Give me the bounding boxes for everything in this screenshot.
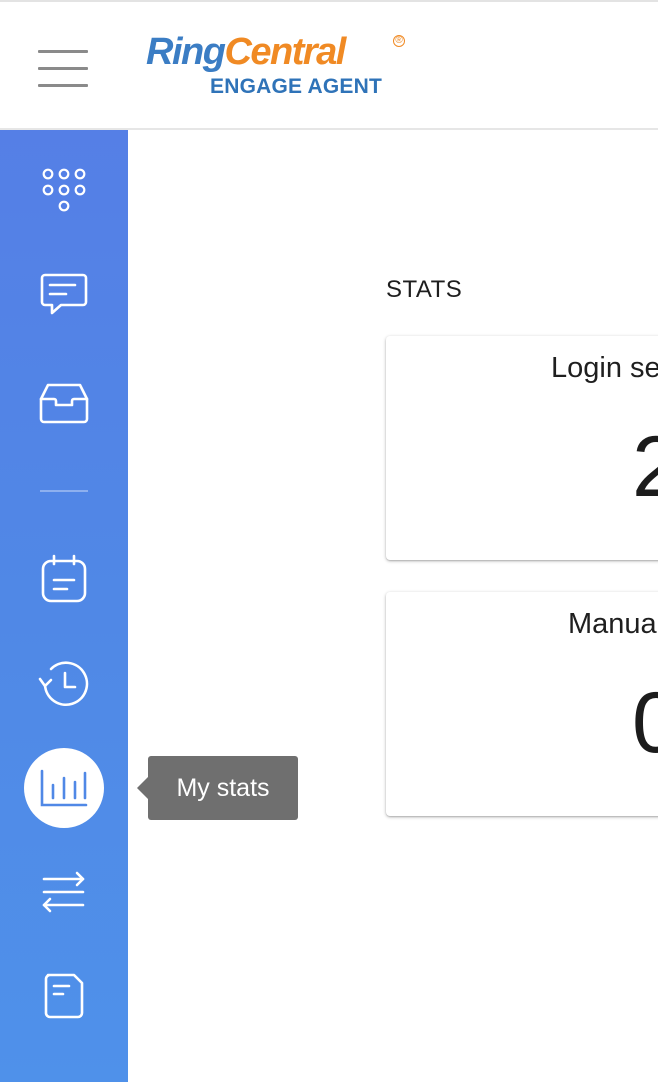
transfer-arrows-icon — [42, 871, 85, 913]
calendar-icon — [41, 554, 87, 603]
stat-card-login-sessions: Login se 2 — [386, 336, 658, 560]
sidebar-item-scheduled[interactable] — [24, 540, 104, 620]
sidebar-item-messages[interactable] — [24, 256, 104, 336]
stats-section-title: STATS — [386, 276, 463, 303]
logo-subtitle: ENGAGE AGENT — [210, 75, 382, 98]
sidebar-item-transfers[interactable] — [24, 852, 104, 932]
sidebar-divider — [40, 490, 88, 492]
stat-card-label: Manua — [568, 608, 657, 640]
logo-ring-text: Ring — [146, 31, 226, 73]
sidebar-item-dialpad[interactable] — [24, 153, 104, 233]
registered-mark: ® — [393, 35, 405, 47]
app-header: RingCentral ® ENGAGE AGENT — [0, 2, 658, 130]
tooltip-my-stats: My stats — [137, 756, 298, 820]
sidebar-item-notes[interactable] — [24, 956, 104, 1036]
logo-central-text: Central — [224, 31, 346, 73]
stat-card-value: 0 — [632, 675, 658, 771]
history-icon — [38, 661, 89, 706]
sidebar — [0, 130, 128, 1082]
stat-card-value: 2 — [632, 419, 658, 515]
logo-wordmark: RingCentral — [146, 30, 346, 74]
bar-chart-icon — [40, 769, 88, 807]
stat-card-manual: Manua 0 — [386, 592, 658, 816]
inbox-icon — [39, 383, 89, 424]
sidebar-item-history[interactable] — [24, 644, 104, 724]
ringcentral-logo: RingCentral ® ENGAGE AGENT — [146, 30, 416, 104]
sidebar-item-my-stats[interactable] — [24, 748, 104, 828]
chat-icon — [40, 273, 88, 315]
dialpad-icon — [42, 168, 86, 212]
hamburger-menu-icon[interactable] — [36, 50, 90, 88]
stat-card-label: Login se — [551, 352, 658, 384]
sidebar-item-inbox[interactable] — [24, 362, 104, 442]
document-icon — [44, 973, 84, 1019]
